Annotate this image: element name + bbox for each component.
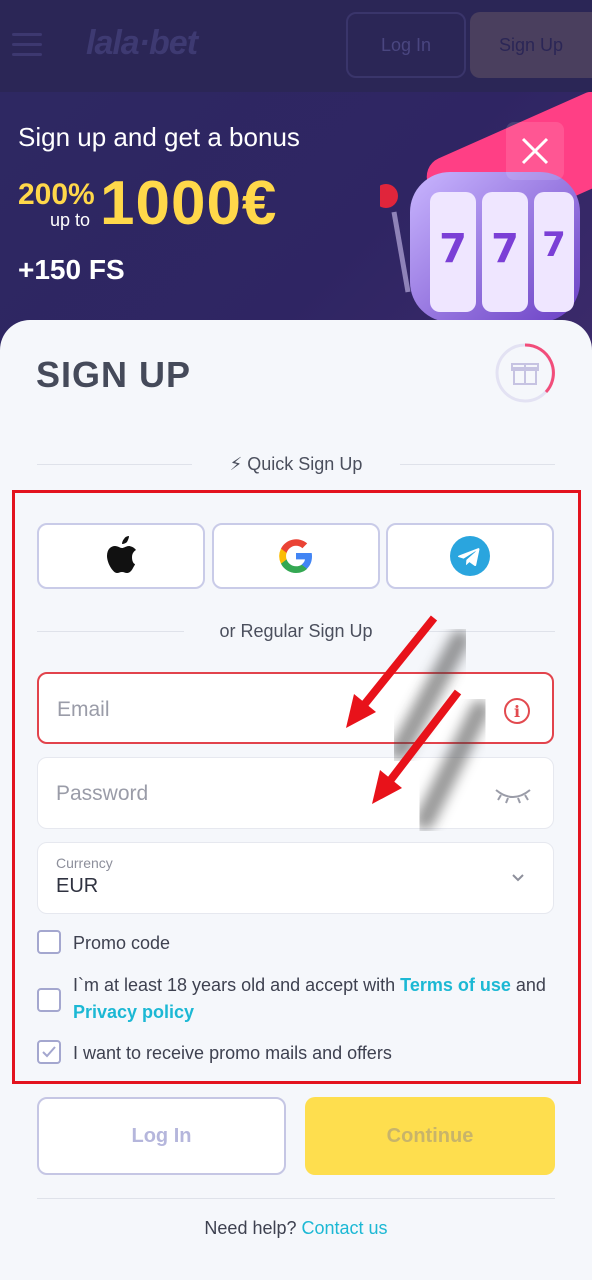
currency-label: Currency bbox=[56, 855, 113, 871]
currency-value: EUR bbox=[56, 875, 99, 897]
privacy-policy-link[interactable]: Privacy policy bbox=[73, 1002, 194, 1022]
terms-row: I`m at least 18 years old and accept wit… bbox=[37, 972, 557, 1026]
header-login-button[interactable]: Log In bbox=[346, 12, 466, 78]
promo-code-row[interactable]: Promo code bbox=[37, 930, 170, 957]
apple-icon bbox=[107, 536, 136, 573]
bonus-percent: 200% bbox=[18, 178, 95, 211]
svg-text:7: 7 bbox=[439, 226, 467, 272]
eye-closed-icon[interactable] bbox=[493, 782, 533, 806]
banner-title: Sign up and get a bonus bbox=[18, 122, 300, 152]
terms-and: and bbox=[510, 975, 546, 995]
promo-mails-row[interactable]: I want to receive promo mails and offers bbox=[37, 1040, 392, 1067]
login-button[interactable]: Log In bbox=[37, 1097, 286, 1175]
bonus-banner: 7 7 7 Sign up and get a bonus 200% up to… bbox=[0, 92, 592, 352]
header-signup-button[interactable]: Sign Up bbox=[470, 12, 592, 78]
promo-code-label: Promo code bbox=[73, 933, 171, 953]
svg-text:7: 7 bbox=[542, 225, 566, 265]
google-icon bbox=[279, 539, 312, 573]
promo-code-checkbox[interactable] bbox=[37, 930, 61, 954]
currency-select[interactable]: Currency EUR bbox=[37, 842, 554, 914]
terms-text: I`m at least 18 years old and accept wit… bbox=[73, 972, 546, 1026]
bonus-amount: 1000€ bbox=[100, 169, 278, 238]
google-signin-button[interactable] bbox=[212, 523, 380, 589]
divider bbox=[400, 464, 555, 465]
email-placeholder: Email bbox=[57, 698, 110, 721]
close-icon bbox=[521, 137, 549, 165]
telegram-signin-button[interactable] bbox=[386, 523, 554, 589]
logo: lala·bet bbox=[86, 24, 198, 62]
bonus-up-to: up to bbox=[50, 210, 91, 230]
signup-sheet: SIGN UP ⚡ Quick Sign Up or Regular Sign … bbox=[0, 320, 592, 1280]
chevron-down-icon bbox=[512, 874, 524, 882]
svg-text:7: 7 bbox=[491, 226, 519, 272]
info-icon: i bbox=[504, 698, 530, 724]
divider bbox=[37, 1198, 555, 1199]
help-text: Need help? bbox=[204, 1218, 297, 1238]
top-bar: lala·bet Log In Sign Up bbox=[0, 0, 592, 92]
terms-checkbox[interactable] bbox=[37, 988, 61, 1012]
menu-icon[interactable] bbox=[12, 30, 44, 60]
close-banner-button[interactable] bbox=[506, 122, 564, 180]
telegram-icon bbox=[450, 536, 490, 576]
promo-mails-label: I want to receive promo mails and offers bbox=[73, 1043, 392, 1063]
terms-of-use-link[interactable]: Terms of use bbox=[400, 975, 511, 995]
check-icon bbox=[42, 1046, 56, 1058]
contact-us-link[interactable]: Contact us bbox=[302, 1218, 388, 1238]
page-title: SIGN UP bbox=[36, 354, 192, 395]
apple-signin-button[interactable] bbox=[37, 523, 205, 589]
continue-button[interactable]: Continue bbox=[305, 1097, 555, 1175]
help-line: Need help? Contact us bbox=[0, 1218, 592, 1239]
gift-icon[interactable] bbox=[494, 342, 556, 404]
terms-prefix: I`m at least 18 years old and accept wit… bbox=[73, 975, 401, 995]
free-spins: +150 FS bbox=[18, 254, 125, 285]
annotation-arrows bbox=[346, 615, 490, 830]
password-placeholder: Password bbox=[56, 782, 149, 805]
promo-mails-checkbox[interactable] bbox=[37, 1040, 61, 1064]
